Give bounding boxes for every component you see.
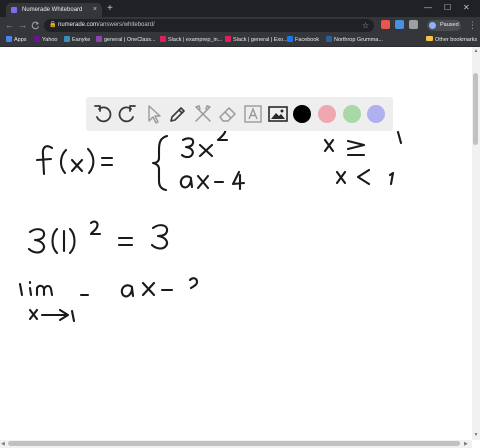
vertical-scrollbar[interactable]: ▲ ▼ bbox=[472, 47, 480, 440]
url-path: /answers/whiteboard/ bbox=[98, 22, 155, 28]
bookmark-apps[interactable]: Apps bbox=[6, 34, 27, 46]
avatar bbox=[429, 22, 436, 29]
eraser-button[interactable] bbox=[216, 102, 240, 126]
eanyke-icon bbox=[64, 36, 70, 42]
profile-status: Paused bbox=[440, 22, 459, 28]
tools-button[interactable] bbox=[191, 102, 215, 126]
minimize-button[interactable]: — bbox=[424, 2, 432, 14]
redo-button[interactable] bbox=[115, 102, 139, 126]
bookmark-oneclass[interactable]: general | OneClass... bbox=[96, 34, 156, 46]
forward-button[interactable]: → bbox=[18, 19, 27, 32]
scroll-up-arrow-icon[interactable]: ▲ bbox=[473, 48, 479, 54]
vertical-scroll-thumb[interactable] bbox=[473, 73, 478, 145]
scroll-right-arrow-icon[interactable]: ▶ bbox=[464, 440, 468, 448]
horizontal-scrollbar[interactable]: ◀ ▶ bbox=[0, 440, 472, 448]
profile-button[interactable]: Paused bbox=[427, 20, 461, 31]
lock-icon: 🔒 bbox=[49, 22, 57, 28]
bookmark-northrop[interactable]: Northrop Grumma... bbox=[326, 34, 383, 46]
numerade-favicon-icon bbox=[11, 7, 17, 13]
pointer-button[interactable] bbox=[141, 102, 165, 126]
slack-icon bbox=[160, 36, 166, 42]
apps-grid-icon bbox=[6, 36, 12, 42]
extension-blue-icon[interactable] bbox=[395, 20, 404, 29]
tab-title: Numerade Whiteboard bbox=[22, 7, 83, 13]
pen-icon bbox=[170, 107, 185, 122]
close-window-button[interactable]: ✕ bbox=[463, 2, 470, 14]
scroll-down-arrow-icon[interactable]: ▼ bbox=[473, 432, 479, 438]
handwritten-3x-squared bbox=[180, 125, 229, 159]
tab-close-icon[interactable]: × bbox=[93, 3, 97, 17]
yahoo-icon bbox=[34, 36, 40, 42]
handwritten-ax-minus-4 bbox=[179, 170, 246, 191]
image-icon bbox=[268, 106, 288, 122]
horizontal-scroll-thumb[interactable] bbox=[8, 441, 460, 446]
url-host: numerade.com bbox=[58, 22, 99, 28]
pen-button[interactable] bbox=[166, 102, 190, 126]
back-button[interactable]: ← bbox=[5, 19, 14, 32]
tab-numerade-whiteboard[interactable]: Numerade Whiteboard × bbox=[6, 3, 102, 17]
color-purple-swatch[interactable] bbox=[367, 105, 385, 123]
bookmark-slack-general[interactable]: Slack | general | Exo... bbox=[225, 34, 288, 46]
handwritten-brace bbox=[151, 134, 169, 192]
folder-icon bbox=[426, 36, 433, 41]
browser-menu-icon[interactable]: ⋮ bbox=[468, 19, 477, 32]
tools-icon bbox=[195, 105, 211, 122]
whiteboard-toolbar bbox=[86, 97, 393, 131]
tab-strip: Numerade Whiteboard × + — ☐ ✕ bbox=[0, 0, 480, 17]
whiteboard-page[interactable] bbox=[0, 47, 472, 440]
text-button[interactable] bbox=[241, 102, 265, 126]
eraser-icon bbox=[219, 107, 236, 122]
slack-icon bbox=[225, 36, 231, 42]
redo-icon bbox=[118, 105, 136, 123]
bookmark-facebook[interactable]: Facebook bbox=[287, 34, 319, 46]
handwritten-x-geq-1 bbox=[323, 130, 403, 157]
other-bookmarks[interactable]: Other bookmarks bbox=[426, 34, 477, 46]
undo-icon bbox=[94, 105, 112, 123]
reload-button[interactable] bbox=[31, 19, 40, 34]
address-bar[interactable]: 🔒 numerade.com/answers/whiteboard/ ☆ bbox=[44, 19, 374, 32]
handwritten-x-less-1 bbox=[335, 168, 395, 186]
bookmark-slack-examprep[interactable]: Slack | examprep_in... bbox=[160, 34, 222, 46]
extension-red-icon[interactable] bbox=[381, 20, 390, 29]
undo-button[interactable] bbox=[91, 102, 115, 126]
handwritten-f-x-definition bbox=[35, 145, 114, 176]
handwritten-lim bbox=[18, 280, 90, 323]
bookmark-star-icon[interactable]: ☆ bbox=[362, 19, 369, 32]
new-tab-button[interactable]: + bbox=[107, 3, 113, 15]
text-icon bbox=[244, 105, 262, 123]
scroll-left-arrow-icon[interactable]: ◀ bbox=[1, 440, 5, 448]
reload-icon bbox=[31, 21, 40, 30]
maximize-button[interactable]: ☐ bbox=[444, 2, 451, 14]
pointer-icon bbox=[148, 105, 161, 124]
extensions-puzzle-icon[interactable] bbox=[409, 20, 418, 29]
facebook-icon bbox=[287, 36, 293, 42]
image-button[interactable] bbox=[266, 102, 290, 126]
oneclass-icon bbox=[96, 36, 102, 42]
color-pink-swatch[interactable] bbox=[318, 105, 336, 123]
navigation-bar: ← → 🔒 numerade.com/answers/whiteboard/ ☆… bbox=[0, 17, 480, 34]
handwritten-ax-minus-4-partial bbox=[120, 277, 199, 298]
bookmark-eanyke[interactable]: Eanyke bbox=[64, 34, 90, 46]
color-green-swatch[interactable] bbox=[343, 105, 361, 123]
northrop-icon bbox=[326, 36, 332, 42]
handwritten-3-times-1-squared-eq-3 bbox=[27, 220, 169, 255]
color-black-swatch[interactable] bbox=[293, 105, 311, 123]
bookmarks-bar: Apps Yahoo Eanyke general | OneClass... … bbox=[0, 34, 480, 47]
bookmark-yahoo[interactable]: Yahoo bbox=[34, 34, 58, 46]
